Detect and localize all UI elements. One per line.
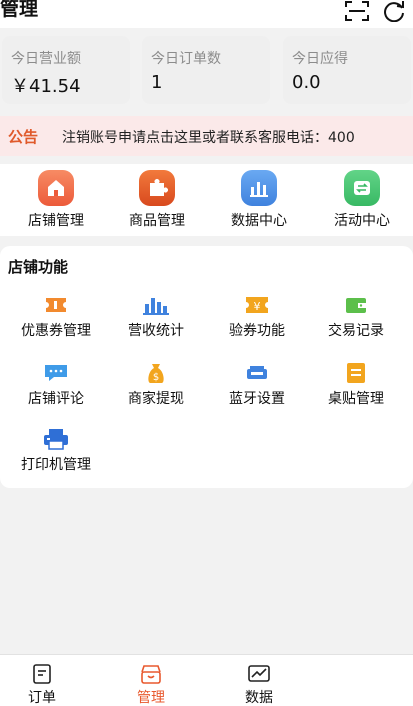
fn-store-comments[interactable]: 店铺评论 (6, 360, 106, 418)
fn-label: 蓝牙设置 (229, 391, 285, 407)
quick-action-activity[interactable]: 活动中心 (310, 168, 413, 234)
orders-icon (33, 664, 51, 684)
refresh-icon[interactable] (381, 0, 407, 22)
fn-label: 店铺评论 (28, 391, 84, 407)
stat-card-orders[interactable]: 今日订单数 1 (142, 36, 270, 104)
fn-label: 验券功能 (229, 323, 285, 339)
notice-text[interactable]: 注销账号申请点击这里或者联系客服电话：400 (62, 127, 355, 147)
fn-label: 交易记录 (328, 323, 384, 339)
quick-action-label: 活动中心 (334, 213, 390, 229)
fn-printer-management[interactable]: 打印机管理 (6, 426, 106, 484)
fn-table-sticker[interactable]: 桌贴管理 (306, 360, 406, 418)
puzzle-icon (139, 170, 175, 206)
stat-label: 今日订单数 (151, 51, 221, 67)
fn-transaction-records[interactable]: 交易记录 (306, 292, 406, 350)
nav-manage[interactable]: 管理 (111, 661, 191, 706)
svg-text:¥: ¥ (254, 300, 261, 313)
quick-action-label: 数据中心 (231, 213, 287, 229)
notice-label: 公告 (8, 128, 39, 146)
quick-actions: 店铺管理 商品管理 数据中心 活动中心 (0, 164, 413, 236)
exchange-icon (344, 170, 380, 206)
fn-label: 打印机管理 (21, 457, 91, 473)
fn-label: 商家提现 (128, 391, 184, 407)
wallet-icon (342, 292, 370, 318)
quick-action-label: 店铺管理 (28, 213, 84, 229)
page-title: 管理 (0, 0, 39, 20)
nav-label: 订单 (28, 690, 56, 706)
quick-action-products[interactable]: 商品管理 (105, 168, 209, 234)
printer-icon (42, 426, 70, 452)
bar-chart-icon (241, 170, 277, 206)
fn-label: 优惠券管理 (21, 323, 91, 339)
fn-coupon-management[interactable]: 优惠券管理 (6, 292, 106, 350)
watermark-fade (270, 656, 413, 706)
fn-label: 桌贴管理 (328, 391, 384, 407)
fn-bluetooth-settings[interactable]: 蓝牙设置 (207, 360, 307, 418)
svg-text:$: $ (153, 372, 159, 383)
table-sticker-icon (342, 360, 370, 386)
stat-label: 今日营业额 (11, 51, 81, 67)
stats-row: 今日营业额 ￥41.54 今日订单数 1 今日应得 0.0 (0, 36, 413, 104)
stat-value: 1 (151, 72, 163, 93)
money-bag-icon: $ (142, 360, 170, 386)
manage-icon (141, 665, 161, 684)
fn-revenue-stats[interactable]: 营收统计 (106, 292, 206, 350)
coupon-icon (42, 292, 70, 318)
nav-orders[interactable]: 订单 (2, 661, 82, 706)
nav-label: 管理 (137, 690, 165, 706)
fn-coupon-verification[interactable]: ¥ 验券功能 (207, 292, 307, 350)
comment-icon (42, 360, 70, 386)
stat-card-revenue[interactable]: 今日营业额 ￥41.54 (2, 36, 130, 104)
data-icon (248, 665, 270, 682)
stat-label: 今日应得 (292, 51, 348, 67)
quick-action-data[interactable]: 数据中心 (207, 168, 311, 234)
bar-chart-icon (142, 292, 170, 318)
bluetooth-device-icon (243, 360, 271, 386)
store-icon (38, 170, 74, 206)
scan-icon[interactable] (344, 0, 370, 22)
stat-value: 0.0 (292, 72, 321, 93)
quick-action-label: 商品管理 (129, 213, 185, 229)
quick-action-store[interactable]: 店铺管理 (4, 168, 108, 234)
fn-label: 营收统计 (128, 323, 184, 339)
fn-merchant-withdraw[interactable]: $ 商家提现 (106, 360, 206, 418)
stat-card-earnings[interactable]: 今日应得 0.0 (283, 36, 411, 104)
ticket-yen-icon: ¥ (243, 292, 271, 318)
store-functions-panel: 店铺功能 优惠券管理 营收统计 ¥ 验券功能 交易记录 店铺评论 $ 商家提现 … (0, 246, 413, 488)
stat-value: ￥41.54 (11, 76, 81, 97)
top-bar: 管理 (0, 0, 413, 28)
notice-bar[interactable]: 公告 注销账号申请点击这里或者联系客服电话：400 (0, 116, 413, 156)
section-title: 店铺功能 (8, 258, 69, 276)
